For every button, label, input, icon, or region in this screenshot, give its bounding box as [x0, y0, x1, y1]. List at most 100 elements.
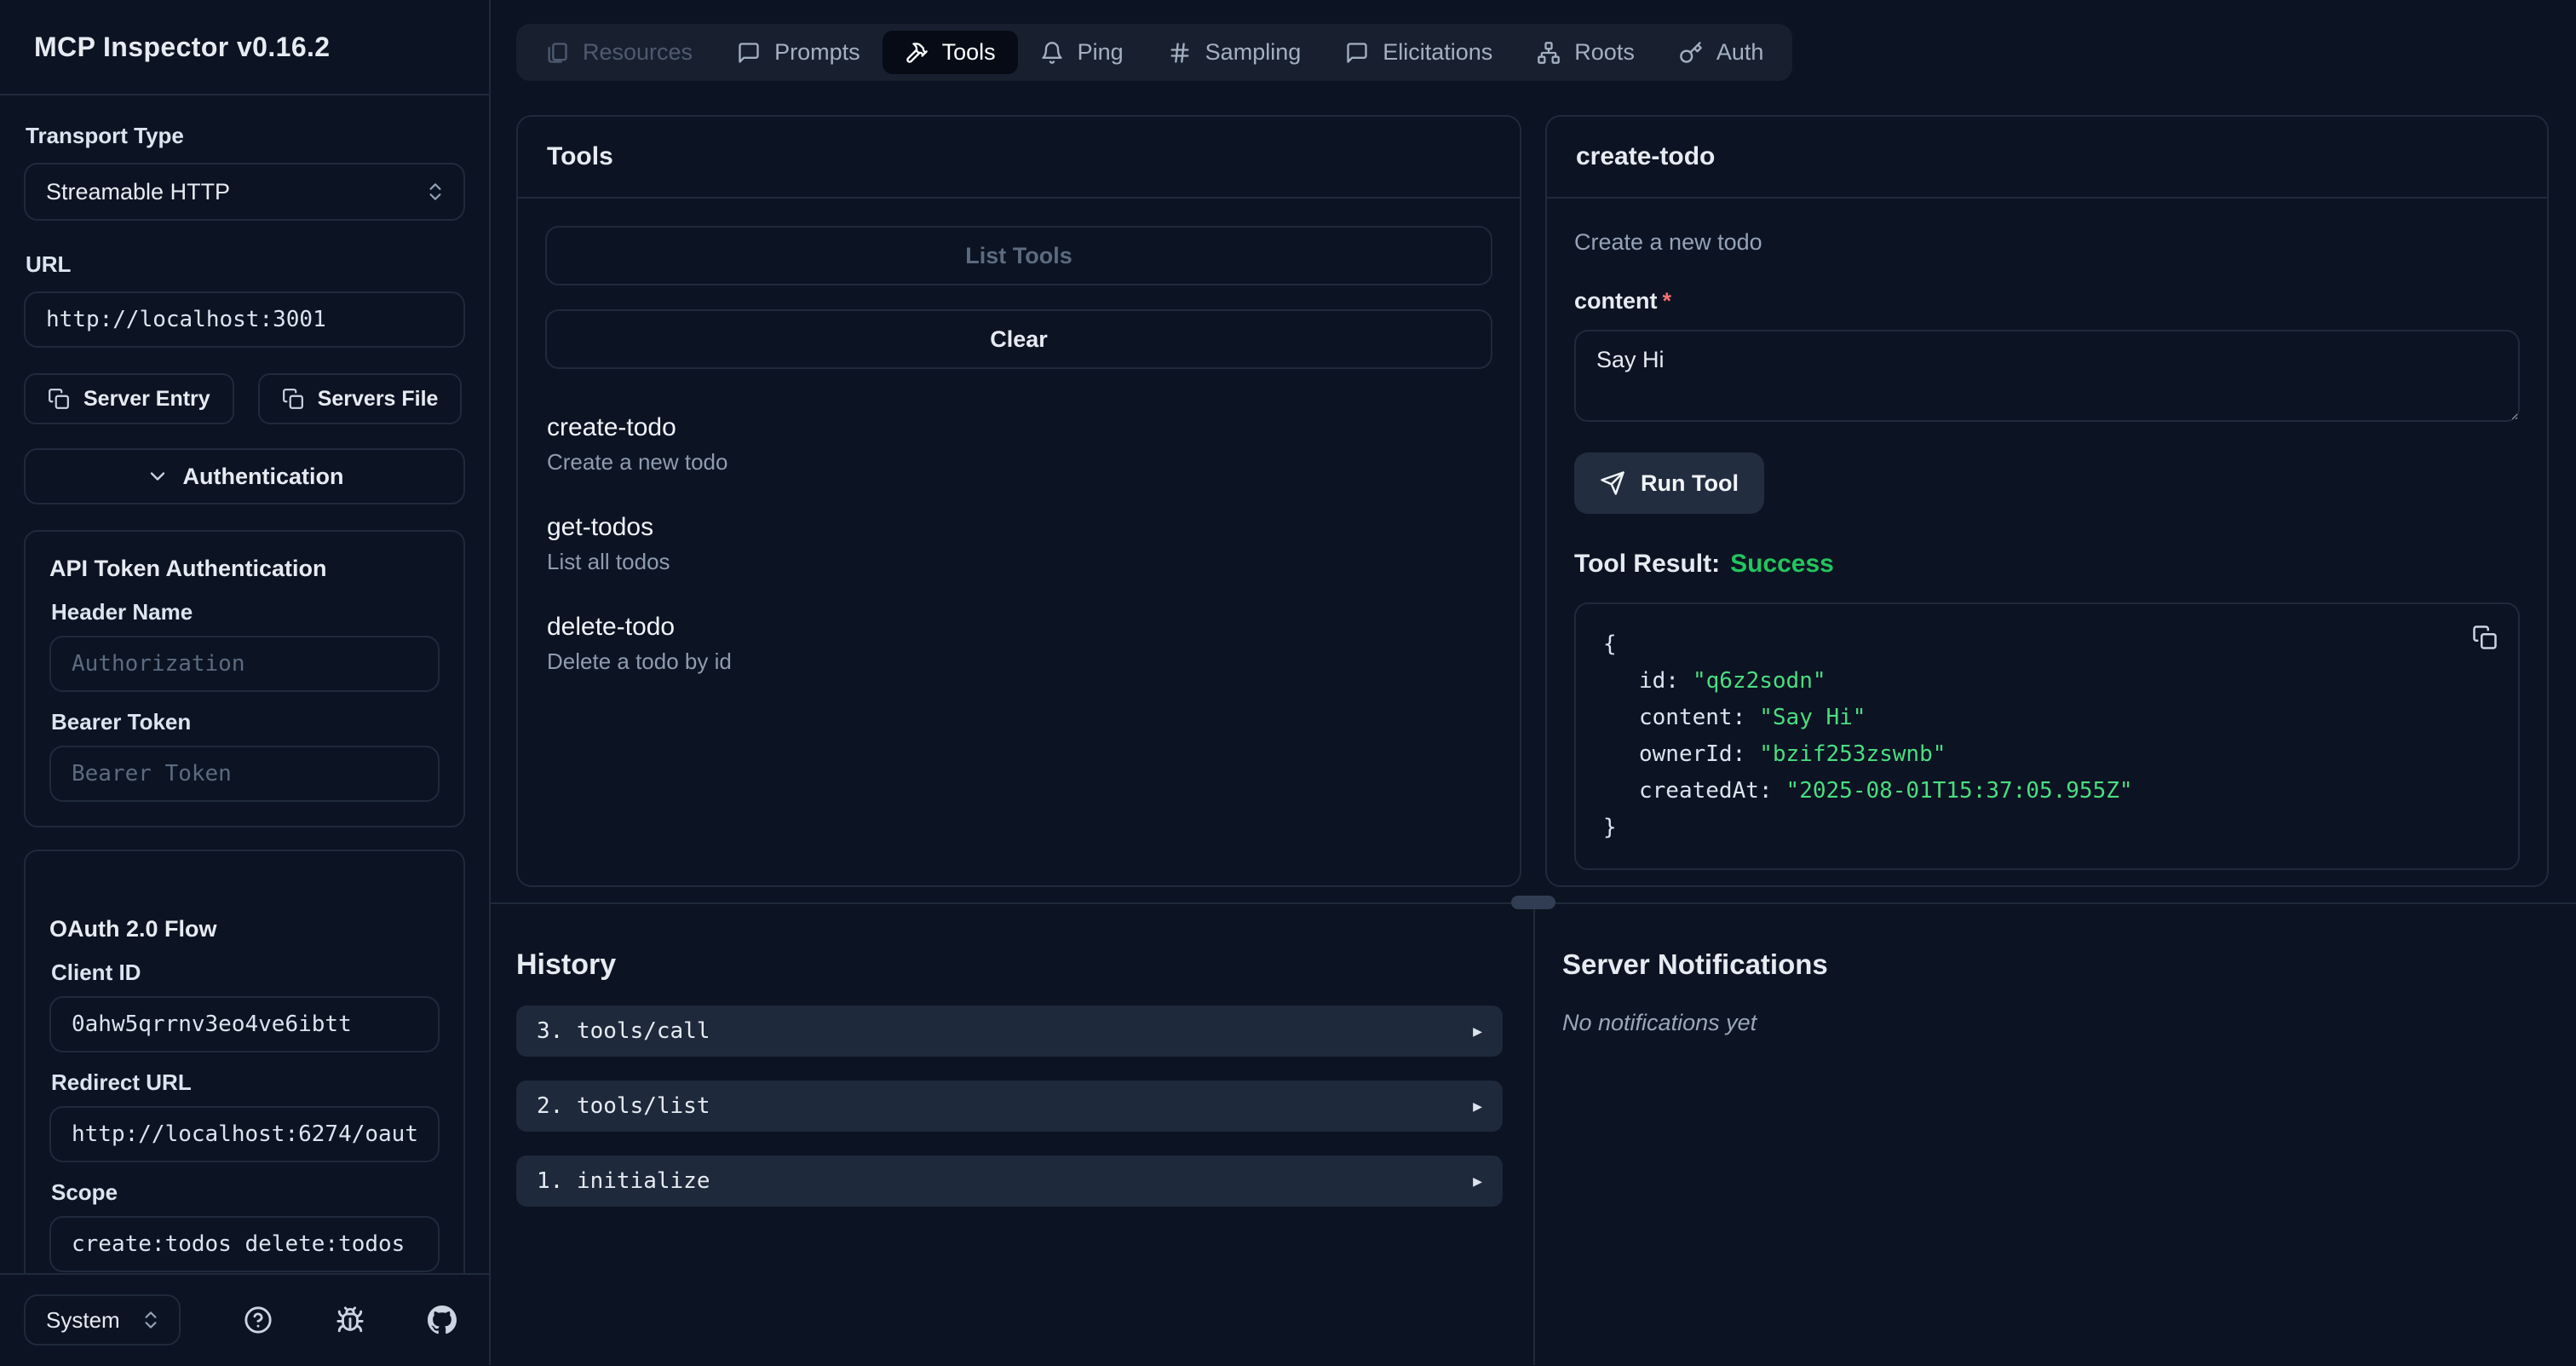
- sidebar-header: MCP Inspector v0.16.2: [0, 0, 489, 95]
- history-item[interactable]: 1. initialize ▶: [516, 1156, 1503, 1207]
- horizontal-split-divider: [491, 902, 2576, 904]
- tab-label: Roots: [1574, 39, 1635, 66]
- history-title: History: [516, 948, 1503, 982]
- run-tool-button[interactable]: Run Tool: [1574, 452, 1764, 514]
- json-line: content: "Say Hi": [1603, 700, 2491, 736]
- app-title: MCP Inspector v0.16.2: [34, 32, 331, 63]
- json-value: "q6z2sodn": [1693, 668, 1826, 694]
- bell-icon: [1040, 41, 1064, 65]
- tool-list-item-get-todos[interactable]: get-todos List all todos: [547, 513, 1491, 575]
- run-tool-label: Run Tool: [1641, 470, 1739, 497]
- theme-select[interactable]: System: [24, 1294, 181, 1346]
- transport-type-label: Transport Type: [26, 123, 465, 149]
- oauth-title: OAuth 2.0 Flow: [49, 916, 440, 942]
- expand-caret-icon: ▶: [1473, 1173, 1482, 1190]
- tab-label: Elicitations: [1383, 39, 1492, 66]
- help-icon[interactable]: [244, 1305, 273, 1334]
- tool-description: Delete a todo by id: [547, 648, 1491, 675]
- json-value: "Say Hi": [1759, 705, 1866, 730]
- transport-type-select[interactable]: Streamable HTTP: [24, 163, 465, 221]
- list-tools-button[interactable]: List Tools: [545, 226, 1492, 285]
- bearer-token-input[interactable]: [49, 746, 440, 802]
- tool-detail-description: Create a new todo: [1574, 229, 2520, 256]
- json-line: createdAt: "2025-08-01T15:37:05.955Z": [1603, 773, 2491, 810]
- client-id-label: Client ID: [51, 960, 440, 986]
- servers-file-label: Servers File: [318, 387, 439, 412]
- server-entry-button[interactable]: Server Entry: [24, 373, 234, 424]
- json-key: content:: [1639, 705, 1745, 730]
- bug-icon[interactable]: [336, 1305, 365, 1334]
- sidebar-footer: System: [0, 1273, 489, 1365]
- url-input[interactable]: [24, 291, 465, 348]
- api-token-section: API Token Authentication Header Name Bea…: [24, 530, 465, 827]
- chevrons-up-down-icon: [140, 1309, 162, 1331]
- url-label: URL: [26, 251, 465, 278]
- tab-ping[interactable]: Ping: [1018, 31, 1146, 74]
- tool-list-item-create-todo[interactable]: create-todo Create a new todo: [547, 413, 1491, 476]
- content-field-input[interactable]: Say Hi: [1574, 330, 2520, 422]
- tab-tools[interactable]: Tools: [883, 31, 1018, 74]
- split-drag-handle[interactable]: [1511, 896, 1555, 909]
- network-icon: [1537, 41, 1561, 65]
- client-id-input[interactable]: [49, 996, 440, 1052]
- notifications-empty-message: No notifications yet: [1562, 1010, 2549, 1036]
- redirect-url-input[interactable]: [49, 1106, 440, 1162]
- tool-list: create-todo Create a new todo get-todos …: [545, 413, 1492, 675]
- json-key: createdAt:: [1639, 778, 1773, 804]
- tab-sampling[interactable]: Sampling: [1146, 31, 1324, 74]
- transport-type-value: Streamable HTTP: [46, 179, 230, 205]
- redirect-url-label: Redirect URL: [51, 1069, 440, 1096]
- expand-caret-icon: ▶: [1473, 1098, 1482, 1115]
- authentication-toggle[interactable]: Authentication: [24, 448, 465, 504]
- header-name-input[interactable]: [49, 636, 440, 692]
- tool-name: delete-todo: [547, 613, 1491, 642]
- hammer-icon: [905, 41, 929, 65]
- scope-label: Scope: [51, 1179, 440, 1206]
- tab-prompts[interactable]: Prompts: [715, 31, 883, 74]
- expand-caret-icon: ▶: [1473, 1023, 1482, 1040]
- copy-icon: [282, 388, 304, 410]
- scope-input[interactable]: [49, 1216, 440, 1272]
- chevrons-up-down-icon: [424, 181, 446, 203]
- hash-icon: [1168, 41, 1192, 65]
- tab-resources[interactable]: Resources: [523, 31, 715, 74]
- tab-elicitations[interactable]: Elicitations: [1323, 31, 1515, 74]
- api-token-title: API Token Authentication: [49, 556, 440, 582]
- app-root: MCP Inspector v0.16.2 Transport Type Str…: [0, 0, 2576, 1365]
- main-area: Resources Prompts Tools Ping Sampling El…: [491, 0, 2576, 1365]
- tool-description: Create a new todo: [547, 449, 1491, 476]
- sidebar-body: Transport Type Streamable HTTP URL Serve…: [0, 95, 489, 1361]
- notifications-title: Server Notifications: [1562, 948, 2549, 981]
- content-field-label: content: [1574, 288, 1658, 314]
- tools-panel: Tools List Tools Clear create-todo Creat…: [516, 115, 1521, 887]
- tab-label: Sampling: [1205, 39, 1302, 66]
- history-panel: History 3. tools/call ▶ 2. tools/list ▶ …: [491, 904, 1533, 1365]
- bottom-row: History 3. tools/call ▶ 2. tools/list ▶ …: [491, 904, 2576, 1365]
- clear-button[interactable]: Clear: [545, 309, 1492, 369]
- files-icon: [545, 41, 569, 65]
- send-icon: [1600, 470, 1625, 496]
- history-item-label: 1. initialize: [537, 1168, 710, 1194]
- tab-label: Ping: [1078, 39, 1124, 66]
- history-item[interactable]: 3. tools/call ▶: [516, 1006, 1503, 1057]
- github-icon[interactable]: [428, 1305, 457, 1334]
- json-line: ownerId:"bzif253zswnb": [1603, 736, 2491, 773]
- tool-detail-panel: create-todo Create a new todo content* S…: [1545, 115, 2549, 887]
- header-name-label: Header Name: [51, 599, 440, 625]
- copy-result-button[interactable]: [2469, 621, 2501, 660]
- tab-roots[interactable]: Roots: [1515, 31, 1657, 74]
- tab-label: Prompts: [774, 39, 860, 66]
- tab-label: Tools: [942, 39, 996, 66]
- tab-label: Auth: [1716, 39, 1764, 66]
- message-square-icon: [737, 41, 761, 65]
- copy-icon: [48, 388, 70, 410]
- history-item-label: 3. tools/call: [537, 1018, 710, 1044]
- tool-list-item-delete-todo[interactable]: delete-todo Delete a todo by id: [547, 613, 1491, 675]
- tab-bar: Resources Prompts Tools Ping Sampling El…: [516, 24, 1792, 81]
- json-value: "2025-08-01T15:37:05.955Z": [1786, 778, 2133, 804]
- history-item-label: 2. tools/list: [537, 1093, 710, 1119]
- json-key: ownerId:: [1639, 741, 1745, 767]
- servers-file-button[interactable]: Servers File: [258, 373, 463, 424]
- tab-auth[interactable]: Auth: [1657, 31, 1786, 74]
- history-item[interactable]: 2. tools/list ▶: [516, 1081, 1503, 1132]
